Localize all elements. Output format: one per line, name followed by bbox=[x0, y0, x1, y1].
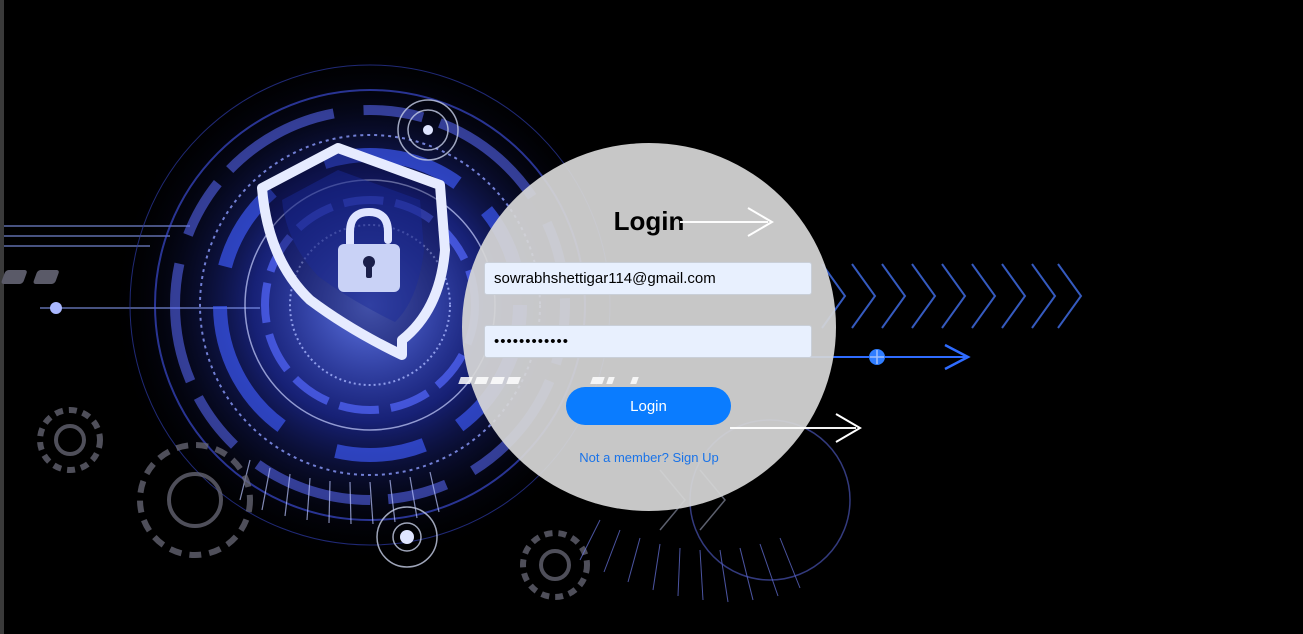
email-field[interactable] bbox=[484, 262, 812, 295]
signup-prompt: Not a member? Sign Up bbox=[462, 450, 836, 465]
password-field[interactable] bbox=[484, 325, 812, 358]
login-title: Login bbox=[613, 206, 685, 236]
signup-prefix-text: Not a member? bbox=[579, 450, 669, 465]
login-button[interactable]: Login bbox=[566, 387, 731, 425]
sign-up-link[interactable]: Sign Up bbox=[672, 450, 718, 465]
login-page: Login Login Not a member? Sign Up bbox=[0, 0, 1303, 634]
login-card: Login Login Not a member? Sign Up bbox=[462, 143, 836, 511]
